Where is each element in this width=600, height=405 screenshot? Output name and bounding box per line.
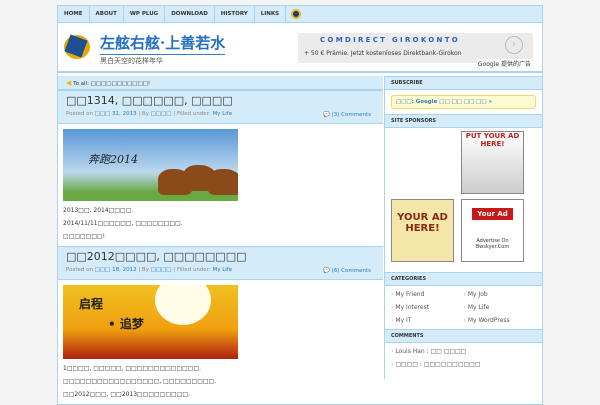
post-title[interactable]: □□2012□□□□, □□□□□□□□ <box>66 250 375 263</box>
post-line: 1□□□□, □□□□□, □□□□□□□□□□□□□. <box>63 365 202 372</box>
nav-wp-plug[interactable]: WP PLUG <box>124 6 166 22</box>
ad-sign: Your Ad <box>472 208 513 220</box>
category-item[interactable]: My Job <box>464 291 537 298</box>
post-line: □□□□□□□! <box>63 233 106 240</box>
comment-item[interactable]: Louis Han : □□ □□□□ <box>391 348 536 355</box>
image-caption: 启程 <box>79 297 104 311</box>
ad-next-arrow-icon[interactable]: › <box>505 36 523 54</box>
site-logo-icon[interactable] <box>64 31 94 61</box>
header: 左舷右舷·上善若水 黑白天空的花样年华 COMDIRECT GIROKONTO … <box>58 23 542 73</box>
category-item[interactable]: My WordPress <box>464 317 537 324</box>
sponsors-area: PUT YOUR AD HERE! YOUR AD HERE! Your Ad … <box>385 128 542 272</box>
top-nav: HOME ABOUT WP PLUG DOWNLOAD HISTORY LINK… <box>58 6 542 23</box>
image-caption: 奔跑2014 <box>88 153 138 166</box>
comments-heading: COMMENTS <box>385 329 542 343</box>
post-date-link[interactable]: □□□ 18, 2012 <box>95 267 137 273</box>
comment-item[interactable]: □□□□ : □□□□□□□□□□ <box>391 361 536 368</box>
subscribe-heading: SUBSCRIBE <box>385 76 542 90</box>
nav-history[interactable]: HISTORY <box>215 6 255 22</box>
post-image-horses[interactable]: 奔跑2014 <box>63 129 238 201</box>
sponsor-ad-2[interactable]: YOUR AD HERE! <box>391 199 454 262</box>
posted-label: Posted on <box>66 111 93 117</box>
main-content: ◀ To all: □□□□□□□□□□□! □□1314, □□□□□□, □… <box>58 76 383 401</box>
post-date-link[interactable]: □□□ 31, 2013 <box>95 111 137 117</box>
nav-about[interactable]: ABOUT <box>90 6 124 22</box>
comments-link[interactable]: 💬 (6) Comments <box>323 268 371 274</box>
nav-download[interactable]: DOWNLOAD <box>165 6 215 22</box>
post-header: □□2012□□□□, □□□□□□□□ Posted on □□□ 18, 2… <box>58 246 383 280</box>
comments-count[interactable]: (6) Comments <box>332 268 371 274</box>
page-wrapper: HOME ABOUT WP PLUG DOWNLOAD HISTORY LINK… <box>57 5 543 405</box>
post-line: 2013□□, 2014□□□□. <box>63 207 134 214</box>
post-line: 2014/11/11□□□□□□, □□□□□□□□. <box>63 220 183 227</box>
post-body: 奔跑2014 2013□□, 2014□□□□. 2014/11/11□□□□□… <box>58 124 383 243</box>
categories-list: My Friend My Job My Interest My Life My … <box>385 286 542 329</box>
ad-description[interactable]: + 50 € Prämie. Jetzt kostenloses Direktb… <box>304 50 474 57</box>
categories-heading: CATEGORIES <box>385 272 542 286</box>
post-header: □□1314, □□□□□□, □□□□ Posted on □□□ 31, 2… <box>58 90 383 124</box>
ad-title[interactable]: COMDIRECT GIROKONTO <box>320 36 460 44</box>
post-line: □□2012□□□, □□2013□□□□□□□□□. <box>63 391 190 398</box>
speaker-icon: ◀ <box>66 79 72 87</box>
posted-label: Posted on <box>66 267 93 273</box>
comments-count[interactable]: (3) Comments <box>332 112 371 118</box>
category-link[interactable]: My Life <box>212 267 232 273</box>
notice-text: To all: □□□□□□□□□□□! <box>73 81 151 87</box>
sponsor-ad-3[interactable]: Your Ad Advertise On Bwskyer.Com <box>461 199 524 262</box>
by-label: | By <box>138 111 149 117</box>
post-line: □□□□□□□□□□□□□□□□□, □□□□□□□□□. <box>63 378 217 385</box>
comments-link[interactable]: 💬 (3) Comments <box>323 112 371 118</box>
category-link[interactable]: My Life <box>212 111 232 117</box>
category-item[interactable]: My IT <box>391 317 464 324</box>
recent-comments-list: Louis Han : □□ □□□□ □□□□ : □□□□□□□□□□ <box>385 343 542 379</box>
category-item[interactable]: My Life <box>464 304 537 311</box>
filed-label: | Filled under: <box>173 111 211 117</box>
nav-links[interactable]: LINKS <box>255 6 287 22</box>
post-body: 启程 • 追梦 1□□□□, □□□□□, □□□□□□□□□□□□□. □□□… <box>58 280 383 401</box>
sponsor-ad-1[interactable]: PUT YOUR AD HERE! <box>461 131 524 194</box>
author-link[interactable]: □□□□ <box>151 267 172 273</box>
author-link[interactable]: □□□□ <box>151 111 172 117</box>
category-item[interactable]: My Friend <box>391 291 464 298</box>
site-title[interactable]: 左舷右舷·上善若水 <box>100 32 226 55</box>
notice-bar: ◀ To all: □□□□□□□□□□□! <box>58 76 383 90</box>
nav-home[interactable]: HOME <box>58 6 90 22</box>
google-ad-banner[interactable]: COMDIRECT GIROKONTO + 50 € Prämie. Jetzt… <box>298 33 533 68</box>
by-label: | By <box>138 267 149 273</box>
site-tagline: 黑白天空的花样年华 <box>100 57 163 65</box>
post-title[interactable]: □□1314, □□□□□□, □□□□ <box>66 94 375 107</box>
sponsors-heading: SITE SPONSORS <box>385 114 542 128</box>
category-item[interactable]: My Interest <box>391 304 464 311</box>
subscribe-box[interactable]: □□□: Google □□ □□ □□ □□ » <box>391 95 536 109</box>
ad-google-label[interactable]: Google 提供的广告 <box>476 59 532 68</box>
qq-penguin-icon[interactable] <box>291 9 302 19</box>
sidebar: SUBSCRIBE □□□: Google □□ □□ □□ □□ » SITE… <box>384 76 542 379</box>
ad-sign-caption: Advertise On Bwskyer.Com <box>475 238 510 250</box>
filed-label: | Filled under: <box>173 267 211 273</box>
image-caption-2: • 追梦 <box>108 317 144 331</box>
post-image-sunset[interactable]: 启程 • 追梦 <box>63 285 238 359</box>
